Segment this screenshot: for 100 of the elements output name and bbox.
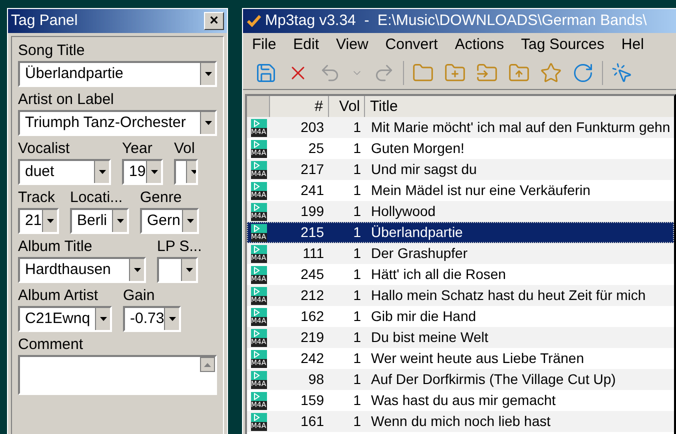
combo-field[interactable]: [157, 257, 198, 283]
table-cell-text: Der Grashupfer: [370, 244, 468, 263]
dropdown-arrow-button[interactable]: [181, 259, 196, 281]
folder-up-icon: [508, 62, 530, 84]
caret-icon: [134, 268, 140, 272]
menu-item[interactable]: Edit: [285, 34, 328, 56]
table-cell-text: 98: [307, 370, 325, 389]
folder-plus-icon: [444, 62, 466, 84]
dropdown-arrow-button[interactable]: [112, 210, 127, 232]
caret-icon: [98, 170, 106, 174]
field-label: Year: [122, 139, 154, 159]
field-label: Vol: [174, 139, 196, 159]
table-cell-text: 215: [300, 223, 325, 242]
combo-field[interactable]: Gern: [140, 208, 199, 234]
dropdown-arrow-button[interactable]: [164, 308, 179, 330]
field-label: Vocalist: [18, 139, 71, 159]
table-cell-text: Hätt' ich all die Rosen: [370, 265, 506, 284]
window-title: Mp3tag v3.34 - E:\Music\DOWNLOADS\German Bands\: [265, 10, 647, 31]
table-cell-text: 212: [300, 286, 325, 305]
field-label: Album Artist: [18, 286, 100, 306]
redo-icon: [373, 62, 395, 84]
field-label: Track: [18, 188, 56, 208]
combo-field[interactable]: -0.73: [123, 306, 181, 332]
field-label: Genre: [140, 188, 183, 208]
table-cell-text: 1: [352, 349, 362, 368]
table-cell-text: 1: [352, 160, 362, 179]
table-cell-text: 245: [300, 265, 325, 284]
menu-item[interactable]: Convert: [377, 34, 446, 56]
table-cell-text: Mein Mädel ist nur eine Verkäuferin: [370, 181, 590, 200]
caret-icon: [150, 170, 158, 174]
caret-icon: [186, 268, 192, 272]
combo-field[interactable]: 19: [122, 159, 163, 185]
table-cell-text: 199: [300, 202, 325, 221]
menu-item[interactable]: Hel: [613, 34, 652, 56]
comment-field[interactable]: [18, 355, 217, 395]
field-label: Album Title: [18, 237, 94, 257]
table-cell-text: 1: [352, 202, 362, 221]
table-cell-text: Mit Marie möcht' ich mal auf den Funkturm gehn: [370, 118, 670, 137]
caret-icon: [46, 219, 54, 223]
table-cell-text: 1: [352, 223, 362, 242]
dropdown-arrow-button[interactable]: [200, 63, 215, 85]
menu-item[interactable]: Tag Sources: [513, 34, 612, 56]
table-cell-text: Hollywood: [370, 202, 436, 221]
combo-field[interactable]: duet: [18, 159, 111, 185]
caret-icon: [204, 121, 212, 125]
dropdown-arrow-button[interactable]: [94, 161, 109, 183]
dropdown-arrow-button[interactable]: [95, 308, 110, 330]
folder-arrow-icon: [476, 62, 498, 84]
table-cell-text: 1: [352, 181, 362, 200]
table-cell-text: Du bist meine Welt: [370, 328, 488, 347]
save-icon: [255, 62, 277, 84]
table-cell-text: Und mir sagst du: [370, 160, 477, 179]
caret-icon: [204, 362, 211, 366]
caret-icon: [186, 219, 194, 223]
dropdown-arrow-button[interactable]: [200, 112, 215, 134]
menu-item[interactable]: File: [244, 34, 284, 56]
table-cell-text: Was hast du aus mir gemacht: [370, 391, 556, 410]
caret-icon: [190, 170, 196, 174]
table-cell-text: 161: [300, 412, 325, 431]
dropdown-arrow-button[interactable]: [146, 161, 161, 183]
table-cell-text: Gib mir die Hand: [370, 307, 476, 326]
table-cell-text: 219: [300, 328, 325, 347]
table-cell-text: 1: [352, 391, 362, 410]
combo-field[interactable]: C21Ewnq: [18, 306, 112, 332]
scroll-up-button[interactable]: [200, 357, 215, 372]
table-cell-text: 25: [307, 139, 325, 158]
caret-icon: [100, 317, 106, 321]
column-header[interactable]: Title: [365, 96, 674, 117]
table-cell-text: 1: [352, 412, 362, 431]
table-cell-text: 159: [300, 391, 325, 410]
field-label: Gain: [123, 286, 156, 306]
combo-field[interactable]: Hardthausen: [18, 257, 146, 283]
menu-item[interactable]: View: [328, 34, 376, 56]
field-label: Comment: [18, 335, 84, 355]
field-label: Locati...: [70, 188, 124, 208]
field-label: Artist on Label: [18, 90, 115, 110]
dropdown-arrow-button[interactable]: [129, 259, 144, 281]
table-cell-text: 242: [300, 349, 325, 368]
combo-field[interactable]: Berli: [70, 208, 129, 234]
window-title: Tag Panel: [11, 10, 78, 31]
field-label: LP S...: [157, 237, 198, 257]
combo-field[interactable]: [174, 159, 198, 185]
star-icon: [540, 62, 562, 84]
dropdown-arrow-button[interactable]: [182, 210, 197, 232]
table-cell-text: 203: [300, 118, 325, 137]
table-cell-text: 1: [352, 118, 362, 137]
table-cell-text: 1: [352, 307, 362, 326]
menu-item[interactable]: Actions: [446, 34, 512, 56]
table-cell-text: 1: [352, 244, 362, 263]
combo-field[interactable]: 21: [18, 208, 59, 234]
combo-field[interactable]: Triumph Tanz-Orchester: [18, 110, 217, 136]
table-cell-text: 1: [352, 286, 362, 305]
table-cell-text: Guten Morgen!: [370, 139, 464, 158]
close-button[interactable]: ×: [204, 12, 224, 30]
checkmark-icon: [247, 15, 261, 27]
cursor-icon: [611, 62, 633, 84]
dropdown-arrow-button[interactable]: [42, 210, 57, 232]
refresh-icon: [572, 62, 594, 84]
table-cell-text: Überlandpartie: [370, 223, 463, 242]
combo-field[interactable]: Überlandpartie: [18, 61, 217, 87]
